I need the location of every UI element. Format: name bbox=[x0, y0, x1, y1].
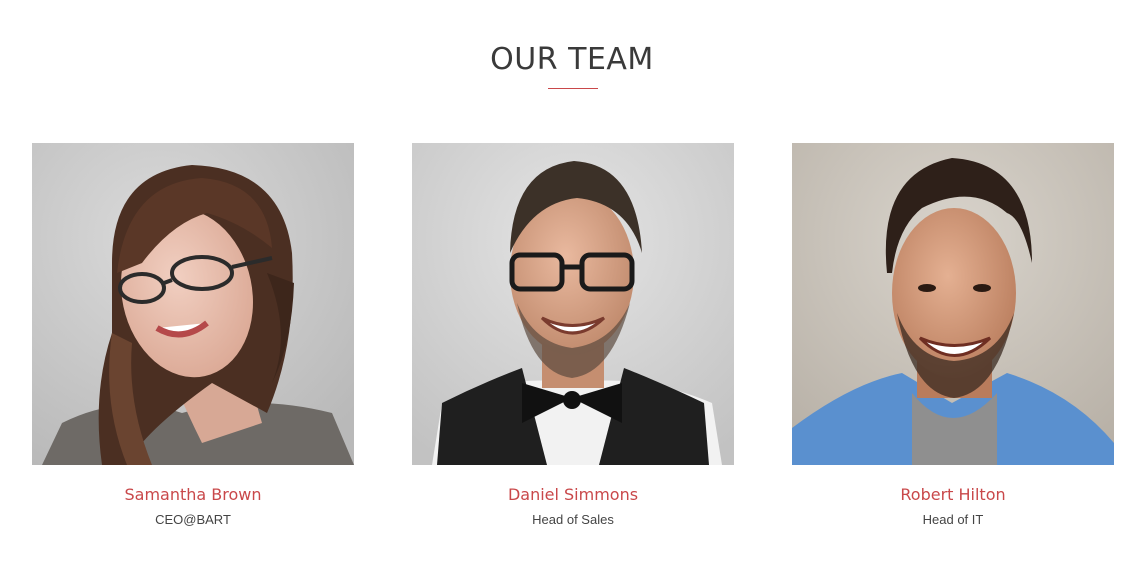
team-member-card: Daniel Simmons Head of Sales bbox=[412, 143, 734, 529]
member-name[interactable]: Daniel Simmons bbox=[412, 484, 734, 506]
member-photo bbox=[412, 143, 734, 465]
team-member-card: Robert Hilton Head of IT bbox=[792, 143, 1114, 529]
member-photo bbox=[32, 143, 354, 465]
member-role: Head of Sales bbox=[532, 512, 614, 527]
member-name[interactable]: Samantha Brown bbox=[32, 484, 354, 506]
member-name[interactable]: Robert Hilton bbox=[792, 484, 1114, 506]
member-role: Head of IT bbox=[922, 512, 984, 527]
member-photo bbox=[792, 143, 1114, 465]
member-role: CEO@BART bbox=[155, 512, 231, 527]
team-member-card: Samantha Brown CEO@BART bbox=[32, 143, 354, 529]
title-underline bbox=[548, 88, 598, 89]
section-title: OUR TEAM bbox=[490, 42, 654, 77]
